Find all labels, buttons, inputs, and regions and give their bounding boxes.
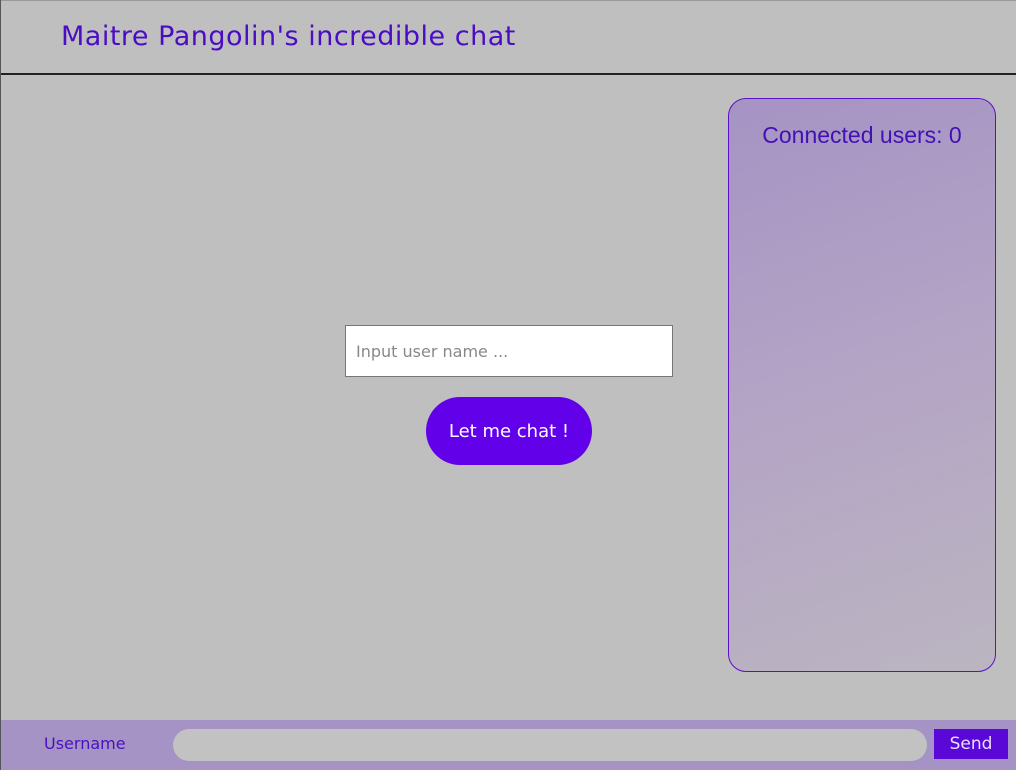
connected-users-title: Connected users: 0 [762,122,962,148]
message-input[interactable] [173,729,927,761]
username-input[interactable] [345,325,673,377]
chat-footer: Username Send [1,720,1016,770]
connected-users-panel: Connected users: 0 [728,98,996,672]
app-header: Maitre Pangolin's incredible chat [1,0,1016,75]
login-form: Let me chat ! [345,325,673,465]
let-me-chat-button[interactable]: Let me chat ! [426,397,592,465]
current-username: Username [44,734,126,753]
send-button[interactable]: Send [934,729,1008,759]
page-title: Maitre Pangolin's incredible chat [61,21,516,52]
